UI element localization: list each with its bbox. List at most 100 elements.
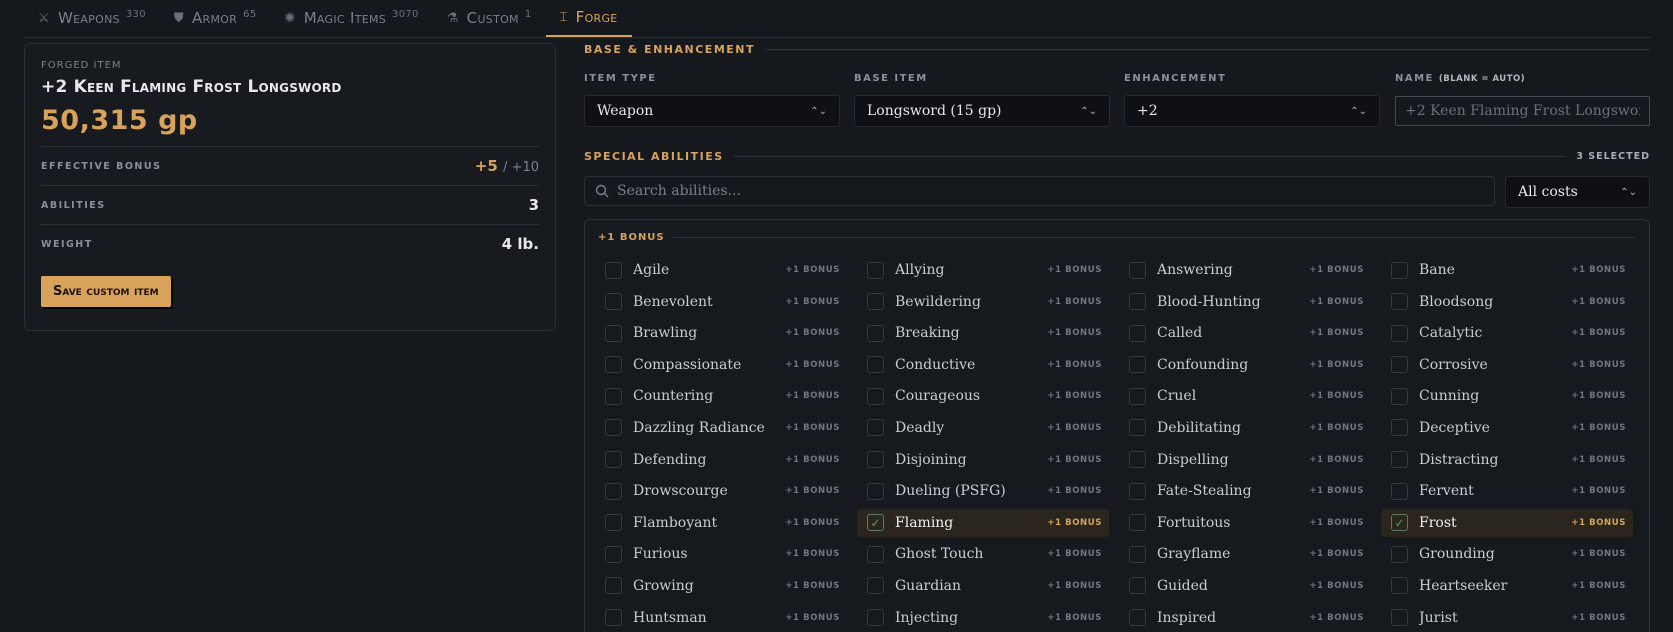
checkbox[interactable] bbox=[867, 387, 884, 405]
ability-item[interactable]: Ghost Touch +1 bonus bbox=[857, 540, 1109, 568]
checkbox[interactable] bbox=[1391, 261, 1408, 279]
ability-item[interactable]: Cruel +1 bonus bbox=[1119, 382, 1371, 410]
ability-item[interactable]: Grayflame +1 bonus bbox=[1119, 540, 1371, 568]
checkbox[interactable] bbox=[1391, 577, 1408, 595]
checkbox[interactable] bbox=[1129, 387, 1146, 405]
ability-item[interactable]: Allying +1 bonus bbox=[857, 256, 1109, 284]
checkbox[interactable] bbox=[1129, 324, 1146, 342]
checkbox[interactable] bbox=[867, 577, 884, 595]
checkbox[interactable] bbox=[605, 293, 622, 311]
tab-armor[interactable]: ⛊ Armor 65 bbox=[160, 0, 271, 37]
ability-item[interactable]: Catalytic +1 bonus bbox=[1381, 319, 1633, 347]
checkbox[interactable] bbox=[1129, 609, 1146, 627]
checkbox[interactable] bbox=[605, 451, 622, 469]
ability-item[interactable]: Bloodsong +1 bonus bbox=[1381, 288, 1633, 316]
ability-item[interactable]: Bewildering +1 bonus bbox=[857, 288, 1109, 316]
ability-item[interactable]: Blood-Hunting +1 bonus bbox=[1119, 288, 1371, 316]
checkbox[interactable] bbox=[1391, 482, 1408, 500]
ability-search-input[interactable] bbox=[617, 183, 1484, 199]
ability-item[interactable]: Defending +1 bonus bbox=[595, 446, 847, 474]
checkbox[interactable] bbox=[1391, 387, 1408, 405]
ability-item[interactable]: Courageous +1 bonus bbox=[857, 382, 1109, 410]
ability-item[interactable]: Debilitating +1 bonus bbox=[1119, 414, 1371, 442]
checkbox[interactable] bbox=[605, 387, 622, 405]
checkbox[interactable] bbox=[605, 577, 622, 595]
ability-item[interactable]: Growing +1 bonus bbox=[595, 572, 847, 600]
checkbox[interactable] bbox=[1391, 451, 1408, 469]
ability-item[interactable]: Answering +1 bonus bbox=[1119, 256, 1371, 284]
base-item-select[interactable]: Longsword (15 gp) ⌃⌄ bbox=[854, 95, 1110, 127]
ability-item[interactable]: Called +1 bonus bbox=[1119, 319, 1371, 347]
ability-item[interactable]: Dazzling Radiance +1 bonus bbox=[595, 414, 847, 442]
ability-search[interactable] bbox=[584, 176, 1495, 206]
ability-item[interactable]: Inspired +1 bonus bbox=[1119, 604, 1371, 632]
tab-weapons[interactable]: ⚔ Weapons 330 bbox=[24, 0, 160, 37]
ability-item[interactable]: Guardian +1 bonus bbox=[857, 572, 1109, 600]
ability-item[interactable]: Benevolent +1 bonus bbox=[595, 288, 847, 316]
checkbox[interactable] bbox=[1391, 324, 1408, 342]
checkbox[interactable] bbox=[1129, 261, 1146, 279]
ability-item[interactable]: Confounding +1 bonus bbox=[1119, 351, 1371, 379]
custom-name-input[interactable] bbox=[1395, 96, 1650, 126]
tab-custom[interactable]: ⚗ Custom 1 bbox=[433, 0, 546, 37]
checkbox[interactable] bbox=[1391, 609, 1408, 627]
ability-item[interactable]: Bane +1 bonus bbox=[1381, 256, 1633, 284]
checkbox[interactable] bbox=[1129, 482, 1146, 500]
cost-filter-select[interactable]: All costs ⌃⌄ bbox=[1505, 176, 1650, 208]
ability-item[interactable]: Deadly +1 bonus bbox=[857, 414, 1109, 442]
ability-item[interactable]: Injecting +1 bonus bbox=[857, 604, 1109, 632]
ability-item[interactable]: Fate-Stealing +1 bonus bbox=[1119, 477, 1371, 505]
ability-item[interactable]: Countering +1 bonus bbox=[595, 382, 847, 410]
checkbox[interactable] bbox=[867, 545, 884, 563]
checkbox[interactable] bbox=[867, 293, 884, 311]
ability-item[interactable]: Breaking +1 bonus bbox=[857, 319, 1109, 347]
ability-item[interactable]: Flamboyant +1 bonus bbox=[595, 509, 847, 537]
checkbox[interactable] bbox=[867, 451, 884, 469]
checkbox[interactable] bbox=[605, 609, 622, 627]
tab-magic-items[interactable]: ✺ Magic Items 3070 bbox=[270, 0, 432, 37]
ability-item[interactable]: Compassionate +1 bonus bbox=[595, 351, 847, 379]
ability-item[interactable]: Corrosive +1 bonus bbox=[1381, 351, 1633, 379]
checkbox[interactable] bbox=[1129, 451, 1146, 469]
checkbox[interactable] bbox=[867, 261, 884, 279]
checkbox[interactable] bbox=[1129, 293, 1146, 311]
checkbox[interactable] bbox=[1391, 419, 1408, 437]
checkbox[interactable] bbox=[1129, 545, 1146, 563]
tab-forge[interactable]: ⌶ Forge bbox=[545, 0, 632, 37]
checkbox[interactable] bbox=[1391, 356, 1408, 374]
ability-item[interactable]: Brawling +1 bonus bbox=[595, 319, 847, 347]
checkbox[interactable] bbox=[1391, 293, 1408, 311]
checkbox[interactable] bbox=[605, 419, 622, 437]
checkbox-checked-icon[interactable]: ✓ bbox=[867, 514, 884, 532]
checkbox[interactable] bbox=[605, 514, 622, 532]
ability-item[interactable]: Deceptive +1 bonus bbox=[1381, 414, 1633, 442]
ability-item[interactable]: Fortuitous +1 bonus bbox=[1119, 509, 1371, 537]
checkbox[interactable] bbox=[1391, 545, 1408, 563]
checkbox[interactable] bbox=[867, 356, 884, 374]
ability-item[interactable]: Cunning +1 bonus bbox=[1381, 382, 1633, 410]
ability-item[interactable]: Dueling (PSFG) +1 bonus bbox=[857, 477, 1109, 505]
checkbox[interactable] bbox=[605, 356, 622, 374]
checkbox[interactable] bbox=[867, 482, 884, 500]
checkbox[interactable] bbox=[605, 545, 622, 563]
checkbox[interactable] bbox=[867, 419, 884, 437]
checkbox[interactable] bbox=[1129, 577, 1146, 595]
checkbox[interactable] bbox=[1129, 514, 1146, 532]
item-type-select[interactable]: Weapon ⌃⌄ bbox=[584, 95, 840, 127]
checkbox[interactable] bbox=[605, 324, 622, 342]
ability-item[interactable]: Huntsman +1 bonus bbox=[595, 604, 847, 632]
ability-item[interactable]: Fervent +1 bonus bbox=[1381, 477, 1633, 505]
ability-item[interactable]: ✓ Flaming +1 bonus bbox=[857, 508, 1109, 537]
ability-item[interactable]: Guided +1 bonus bbox=[1119, 572, 1371, 600]
checkbox[interactable] bbox=[867, 324, 884, 342]
ability-item[interactable]: Furious +1 bonus bbox=[595, 540, 847, 568]
checkbox[interactable] bbox=[867, 609, 884, 627]
ability-item[interactable]: Dispelling +1 bonus bbox=[1119, 446, 1371, 474]
ability-item[interactable]: Jurist +1 bonus bbox=[1381, 604, 1633, 632]
ability-item[interactable]: Drowscourge +1 bonus bbox=[595, 477, 847, 505]
ability-item[interactable]: Disjoining +1 bonus bbox=[857, 446, 1109, 474]
checkbox[interactable] bbox=[605, 482, 622, 500]
checkbox[interactable] bbox=[1129, 356, 1146, 374]
ability-item[interactable]: Distracting +1 bonus bbox=[1381, 446, 1633, 474]
ability-item[interactable]: Conductive +1 bonus bbox=[857, 351, 1109, 379]
